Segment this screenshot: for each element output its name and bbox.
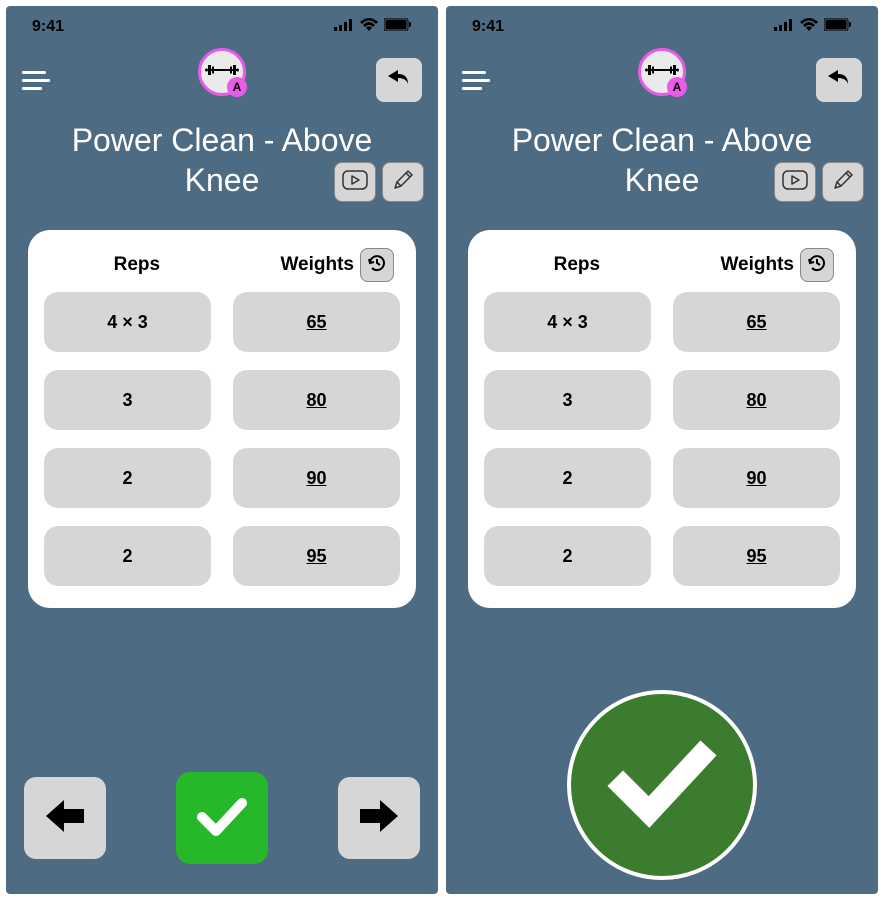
logo-badge: A <box>667 77 687 97</box>
set-row: 3 80 <box>484 370 840 430</box>
top-bar: A <box>6 42 438 110</box>
play-icon <box>782 170 808 195</box>
edit-button[interactable] <box>382 162 424 202</box>
weight-cell[interactable]: 90 <box>673 448 840 508</box>
undo-button[interactable] <box>376 58 422 102</box>
history-icon <box>366 252 388 279</box>
phone-right: 9:41 A <box>446 6 878 894</box>
cellular-icon <box>334 18 354 36</box>
history-button[interactable] <box>800 248 834 282</box>
next-button[interactable] <box>338 777 420 859</box>
set-row: 3 80 <box>44 370 400 430</box>
battery-icon <box>384 18 412 36</box>
reps-header: Reps <box>490 254 664 276</box>
menu-button[interactable] <box>22 65 52 95</box>
reps-cell[interactable]: 3 <box>44 370 211 430</box>
weight-cell[interactable]: 80 <box>673 370 840 430</box>
set-row: 2 95 <box>44 526 400 586</box>
reps-cell[interactable]: 2 <box>44 526 211 586</box>
battery-icon <box>824 18 852 36</box>
video-button[interactable] <box>774 162 816 202</box>
weights-header: Weights <box>224 254 356 276</box>
set-row: 2 95 <box>484 526 840 586</box>
title-actions <box>334 162 424 202</box>
status-indicators <box>774 18 852 36</box>
reps-cell[interactable]: 4 × 3 <box>44 292 211 352</box>
title-actions <box>774 162 864 202</box>
undo-button[interactable] <box>816 58 862 102</box>
phone-left: 9:41 A <box>6 6 438 894</box>
reps-cell[interactable]: 2 <box>44 448 211 508</box>
cellular-icon <box>774 18 794 36</box>
play-icon <box>342 170 368 195</box>
set-row: 4 × 3 65 <box>484 292 840 352</box>
app-logo[interactable]: A <box>638 48 686 96</box>
status-time: 9:41 <box>32 18 64 36</box>
prev-button[interactable] <box>24 777 106 859</box>
undo-icon <box>386 68 412 93</box>
set-row: 4 × 3 65 <box>44 292 400 352</box>
weight-cell[interactable]: 95 <box>673 526 840 586</box>
reps-cell[interactable]: 3 <box>484 370 651 430</box>
history-icon <box>806 252 828 279</box>
status-time: 9:41 <box>472 18 504 36</box>
edit-button[interactable] <box>822 162 864 202</box>
reps-cell[interactable]: 4 × 3 <box>484 292 651 352</box>
sets-rows: 4 × 3 65 3 80 2 90 2 95 <box>484 292 840 586</box>
sets-card: Reps Weights 4 × 3 65 3 80 2 90 2 <box>468 230 856 608</box>
status-indicators <box>334 18 412 36</box>
set-row: 2 90 <box>44 448 400 508</box>
check-icon <box>194 793 250 844</box>
weight-cell[interactable]: 90 <box>233 448 400 508</box>
video-button[interactable] <box>334 162 376 202</box>
reps-header: Reps <box>50 254 224 276</box>
reps-cell[interactable]: 2 <box>484 526 651 586</box>
undo-icon <box>826 68 852 93</box>
arrow-right-icon <box>354 794 404 843</box>
card-header: Reps Weights <box>484 248 840 292</box>
weight-cell[interactable]: 80 <box>233 370 400 430</box>
logo-badge: A <box>227 77 247 97</box>
sets-rows: 4 × 3 65 3 80 2 90 2 95 <box>44 292 400 586</box>
status-bar: 9:41 <box>446 6 878 42</box>
wifi-icon <box>360 18 378 36</box>
pencil-icon <box>831 168 855 197</box>
done-big-button[interactable] <box>567 690 757 880</box>
wifi-icon <box>800 18 818 36</box>
title-row: Power Clean - Above Knee <box>446 110 878 200</box>
done-button[interactable] <box>176 772 268 864</box>
sets-card: Reps Weights 4 × 3 65 3 80 2 90 2 <box>28 230 416 608</box>
weight-cell[interactable]: 95 <box>233 526 400 586</box>
top-bar: A <box>446 42 878 110</box>
footer-nav <box>6 772 438 894</box>
card-header: Reps Weights <box>44 248 400 292</box>
menu-button[interactable] <box>462 65 492 95</box>
set-row: 2 90 <box>484 448 840 508</box>
app-logo[interactable]: A <box>198 48 246 96</box>
weights-header: Weights <box>664 254 796 276</box>
weight-cell[interactable]: 65 <box>673 292 840 352</box>
footer-done <box>446 690 878 894</box>
weight-cell[interactable]: 65 <box>233 292 400 352</box>
reps-cell[interactable]: 2 <box>484 448 651 508</box>
check-icon <box>607 738 717 833</box>
status-bar: 9:41 <box>6 6 438 42</box>
history-button[interactable] <box>360 248 394 282</box>
pencil-icon <box>391 168 415 197</box>
arrow-left-icon <box>40 794 90 843</box>
title-row: Power Clean - Above Knee <box>6 110 438 200</box>
